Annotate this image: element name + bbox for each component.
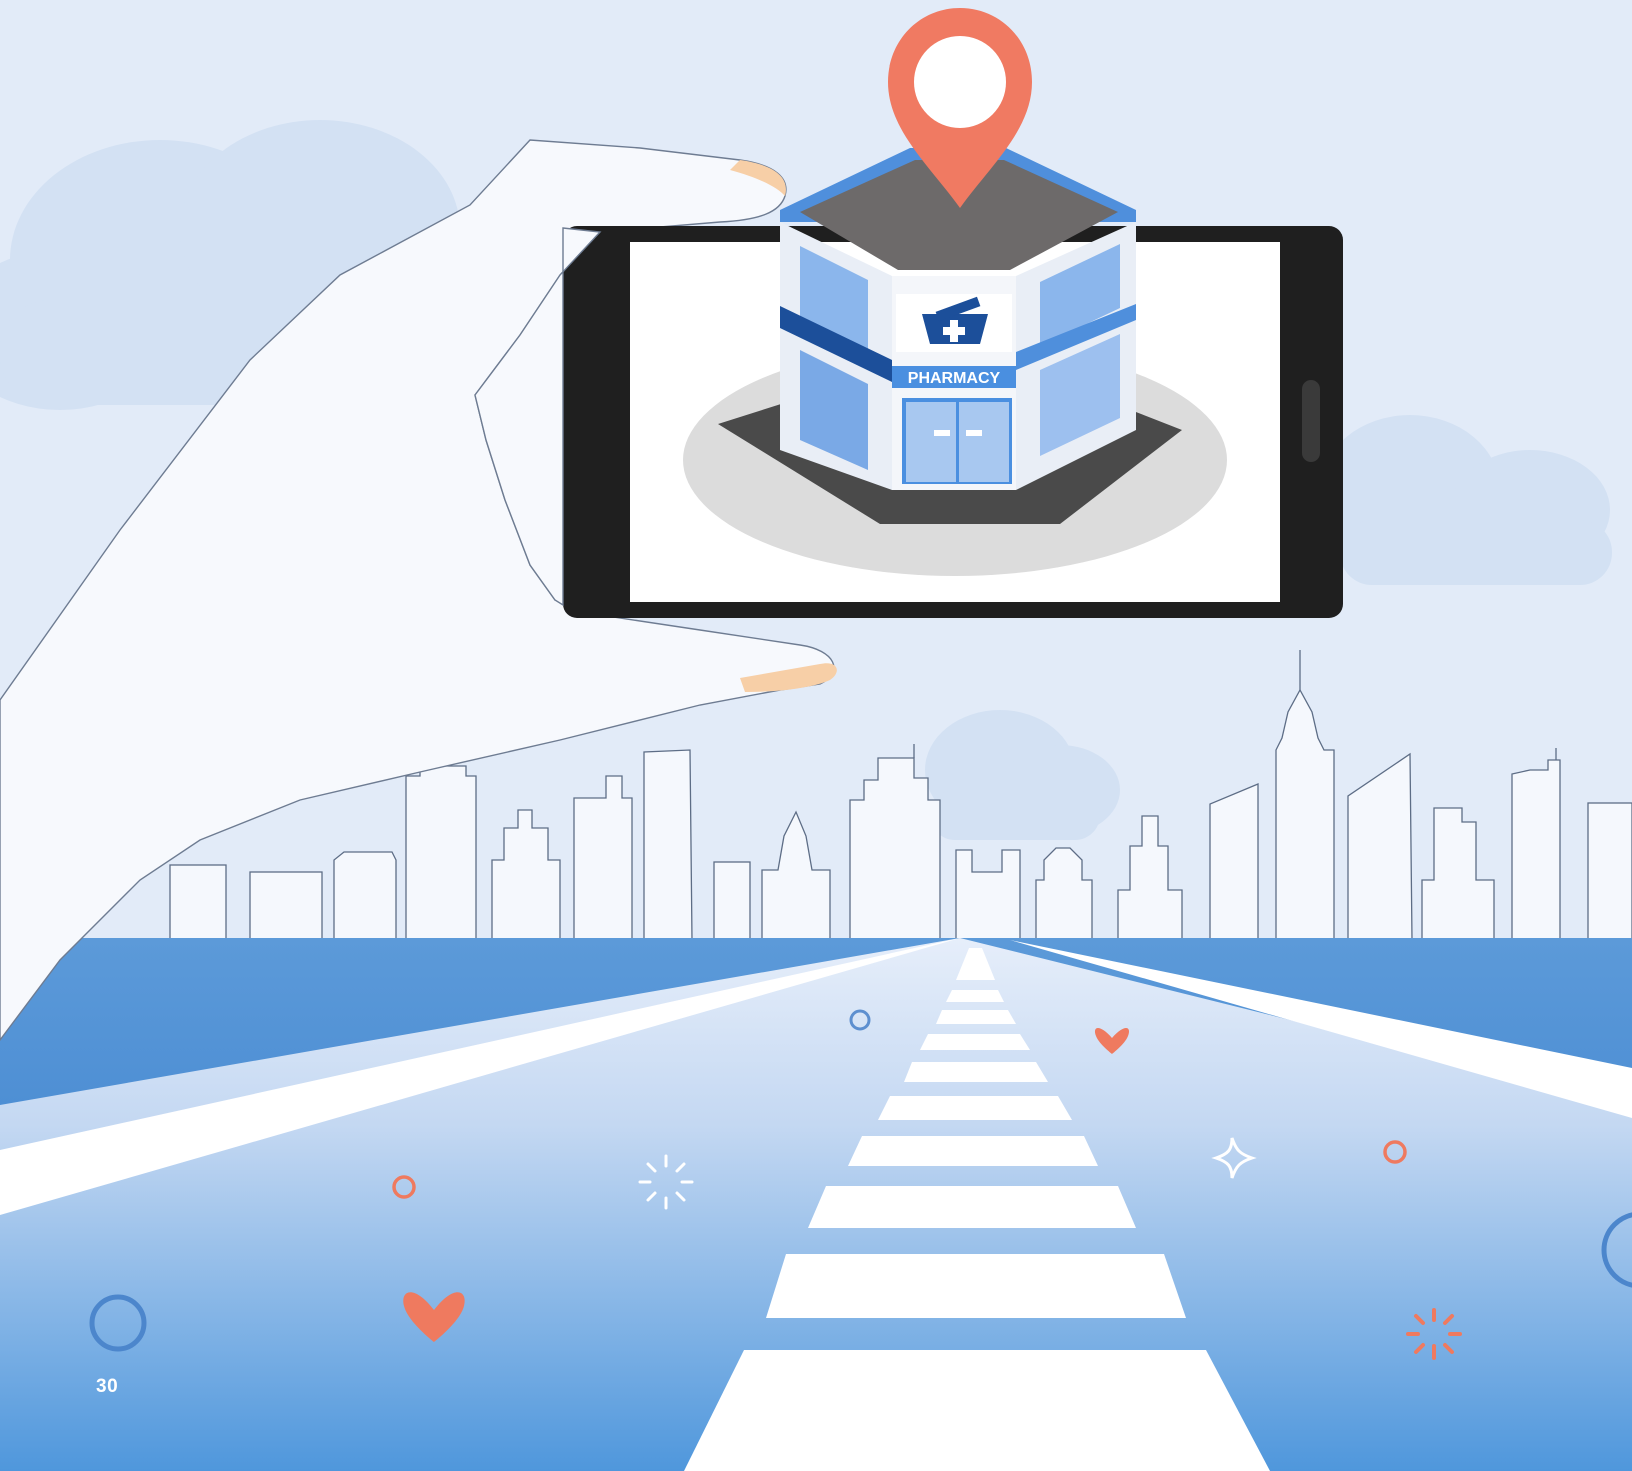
page-number: 30 bbox=[96, 1376, 119, 1397]
pharmacy-sign: PHARMACY bbox=[908, 370, 1001, 387]
illustration-scene: PHARMACY 30 bbox=[0, 0, 1632, 1471]
store-door-right bbox=[959, 402, 1009, 482]
phone-home-button bbox=[1302, 380, 1320, 462]
store-door-left bbox=[906, 402, 956, 482]
scene-svg: PHARMACY bbox=[0, 0, 1632, 1471]
door-handle bbox=[934, 430, 950, 436]
door-handle bbox=[966, 430, 982, 436]
